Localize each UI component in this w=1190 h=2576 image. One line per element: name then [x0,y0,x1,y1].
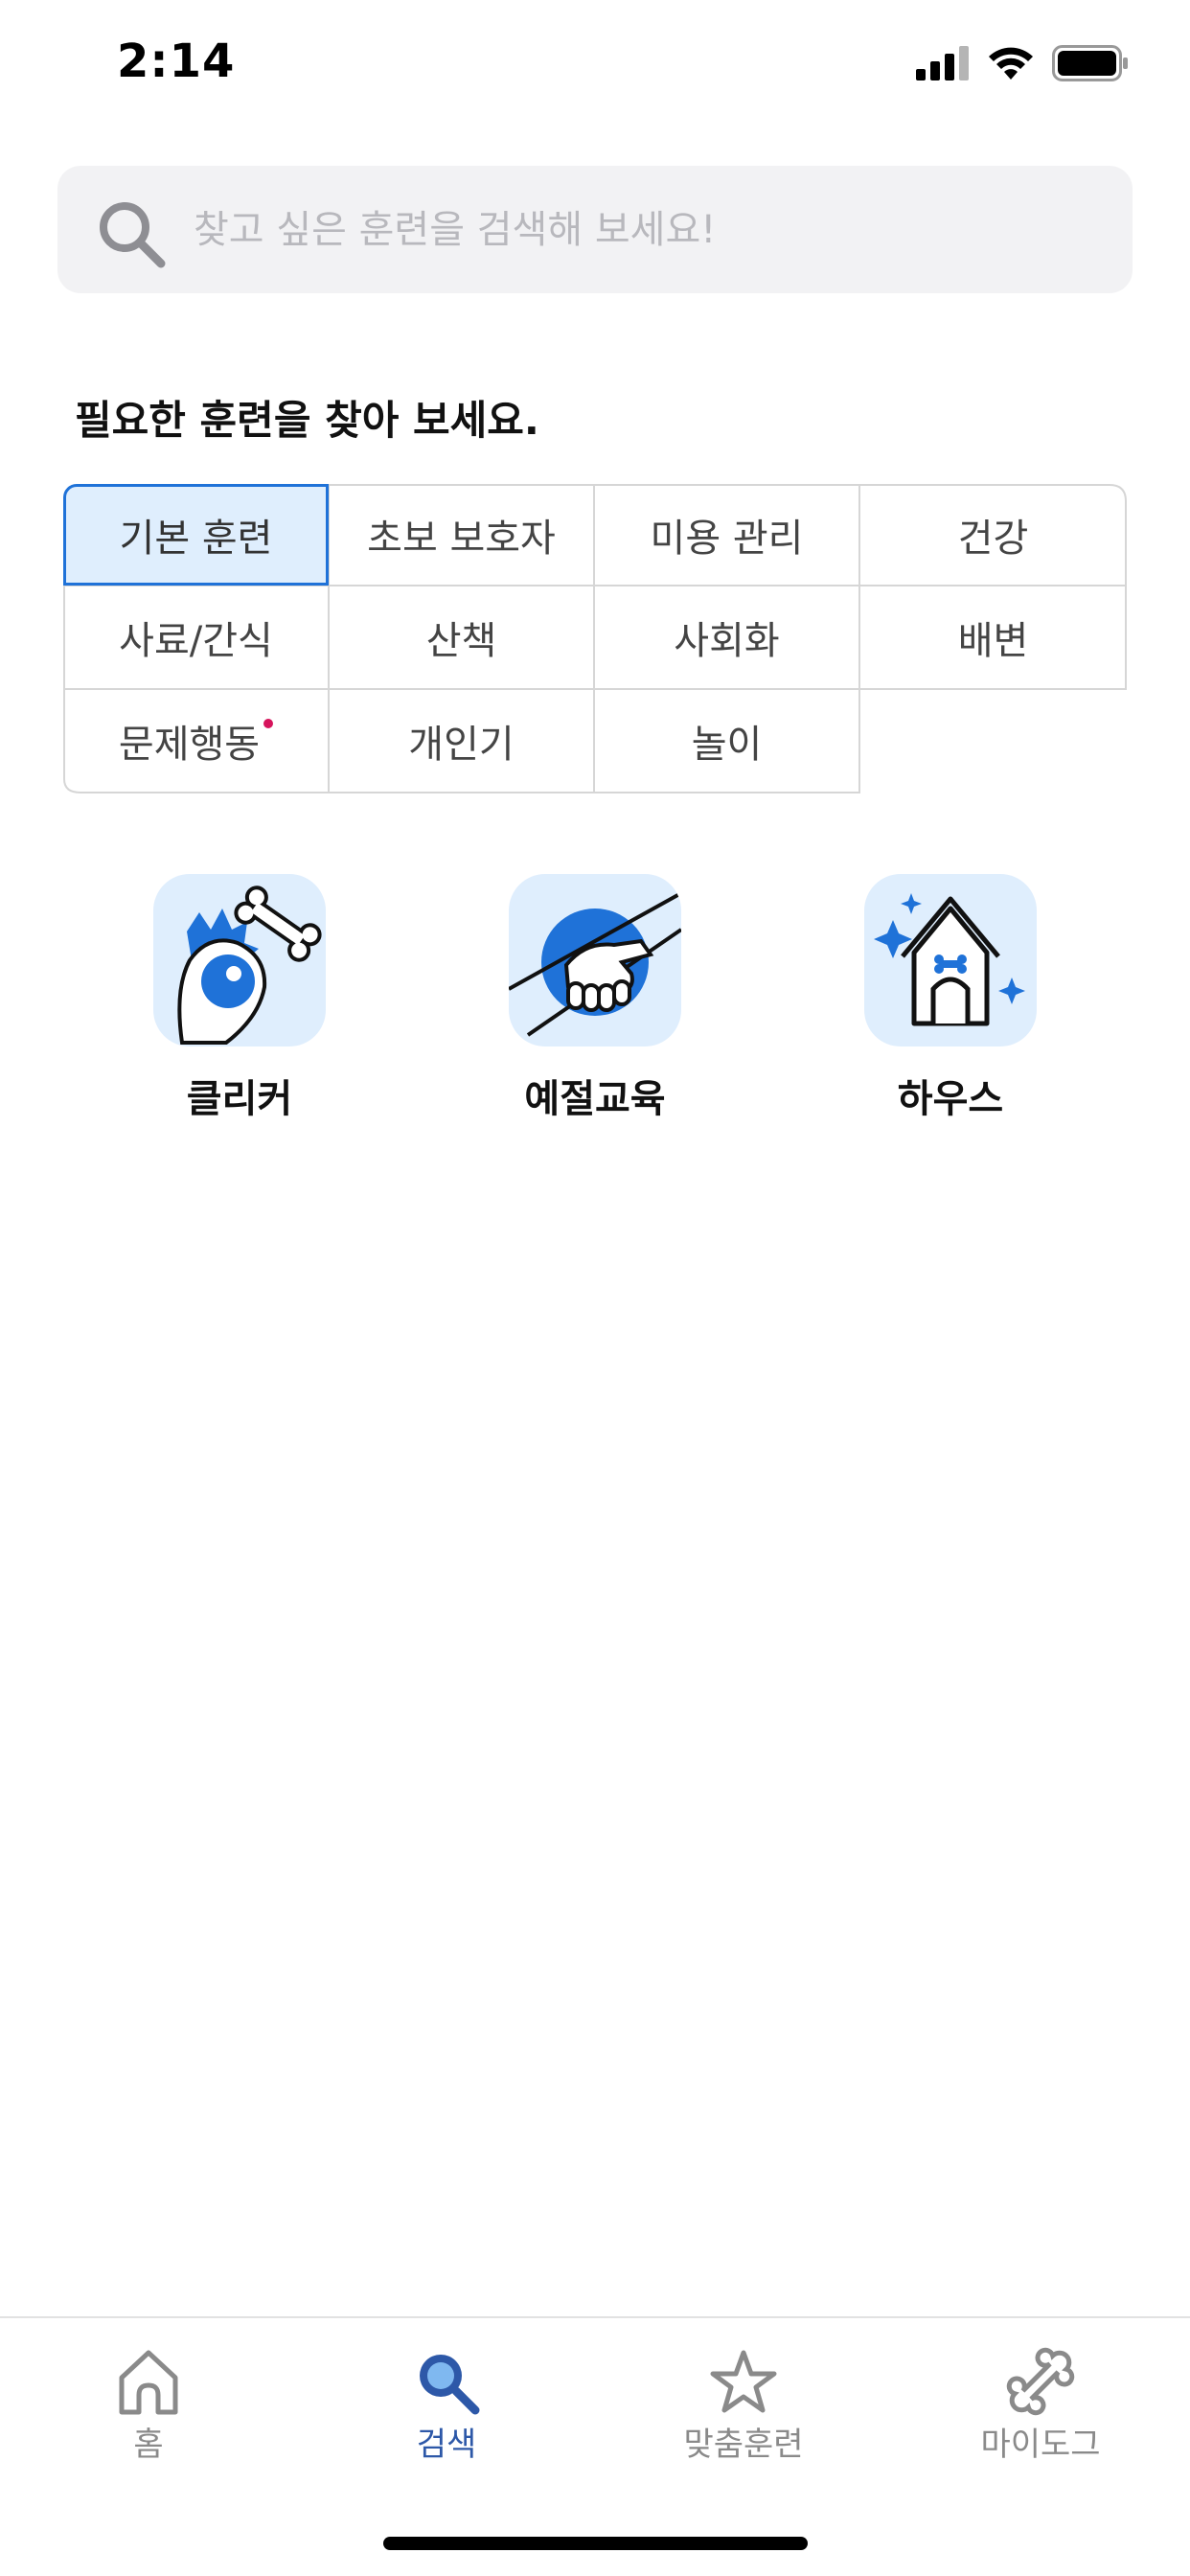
tab-custom-training[interactable]: 맞춤훈련 [648,2347,839,2465]
category-tricks[interactable]: 개인기 [329,690,594,792]
category-label: 배변 [957,619,1029,663]
category-label: 기본 훈련 [119,517,273,561]
wifi-icon [989,47,1033,80]
tile-label: 예절교육 [524,1077,666,1121]
tab-my-dog[interactable]: 마이도그 [945,2347,1136,2465]
search-bar[interactable] [57,166,1133,293]
category-socialization[interactable]: 사회화 [594,586,859,688]
category-grooming[interactable]: 미용 관리 [594,484,859,586]
category-basic-training[interactable]: 기본 훈련 [63,484,329,586]
category-potty[interactable]: 배변 [859,586,1127,688]
home-indicator [383,2537,808,2550]
category-health[interactable]: 건강 [859,484,1127,586]
category-label: 문제행동 [118,723,261,767]
tile-label: 하우스 [897,1077,1004,1121]
category-walk[interactable]: 산책 [329,586,594,688]
tab-label: 맞춤훈련 [683,2426,804,2464]
tile-etiquette[interactable]: 예절교육 [490,874,700,1123]
star-icon [710,2350,777,2413]
search-icon [100,202,166,268]
search-icon [420,2355,480,2415]
tile-clicker[interactable]: 클리커 [134,874,345,1123]
new-badge-dot [263,719,274,728]
status-bar: 2:14 [0,0,1190,134]
category-label: 초보 보호자 [367,517,556,561]
category-grid: 기본 훈련 초보 보호자 미용 관리 건강 사료/간식 산책 사회화 배변 문제… [63,484,1127,794]
category-food-snack[interactable]: 사료/간식 [63,586,329,688]
category-label: 건강 [957,517,1029,561]
category-label: 개인기 [408,723,515,767]
section-title: 필요한 훈련을 찾아 보세요. [75,397,539,444]
tile-label: 클리커 [186,1077,293,1121]
category-label: 사료/간식 [119,619,273,663]
tab-search[interactable]: 검색 [351,2347,542,2465]
category-label: 미용 관리 [650,517,804,561]
status-time: 2:14 [117,34,236,88]
tab-home[interactable]: 홈 [53,2347,244,2465]
dog-house-icon [864,874,1037,1046]
search-input[interactable] [194,166,1113,293]
tab-label: 마이도그 [980,2426,1101,2464]
clicker-icon [153,874,326,1046]
category-label: 산책 [425,619,497,663]
handshake-icon [509,874,681,1046]
home-icon [119,2350,178,2415]
cellular-signal-icon [916,46,969,80]
category-label: 사회화 [674,619,780,663]
category-beginner-guardian[interactable]: 초보 보호자 [329,484,594,586]
category-play[interactable]: 놀이 [594,690,859,792]
battery-icon [1052,45,1128,81]
tab-label: 검색 [416,2426,477,2464]
status-icons [916,44,1129,82]
tab-label: 홈 [133,2426,164,2464]
category-label: 놀이 [691,723,763,767]
bone-icon [1006,2347,1075,2416]
category-problem-behavior[interactable]: 문제행동 [63,690,329,792]
tile-house[interactable]: 하우스 [845,874,1056,1123]
